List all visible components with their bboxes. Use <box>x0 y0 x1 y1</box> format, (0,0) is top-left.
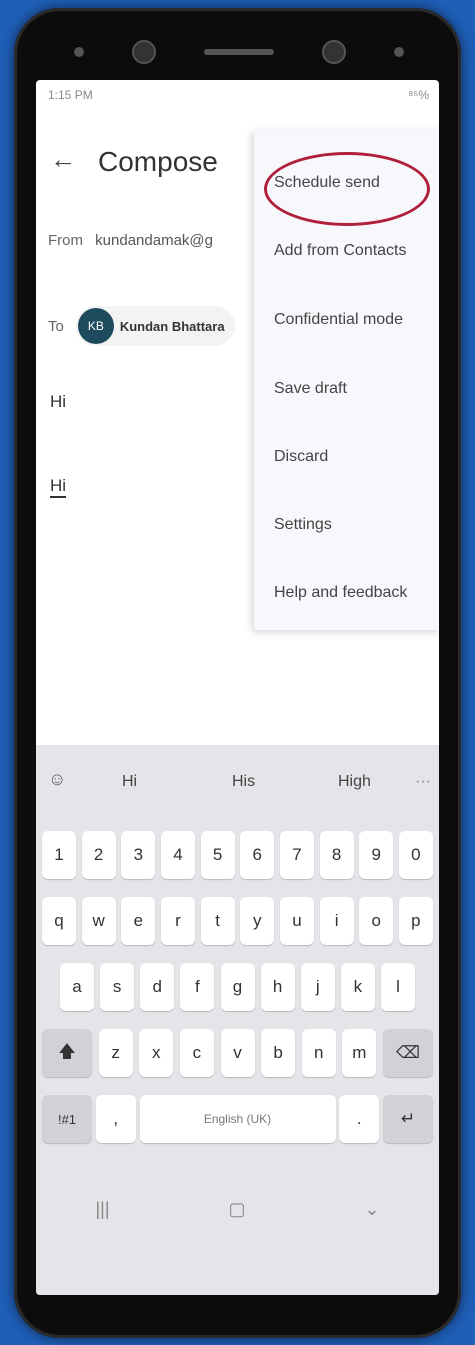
message-body-line-active[interactable]: Hi <box>50 476 67 498</box>
space-key[interactable]: English (UK) <box>139 1095 336 1143</box>
system-nav-bar: ||| ▢ ⌄ <box>36 1169 439 1249</box>
sensor-dot <box>74 47 84 57</box>
recents-icon[interactable]: ||| <box>95 1199 109 1220</box>
status-time: 1:15 PM <box>48 88 93 102</box>
more-suggestions-icon[interactable]: ··· <box>415 773 431 791</box>
key[interactable]: j <box>300 963 335 1011</box>
menu-item-discard[interactable]: Discard <box>274 448 328 466</box>
key[interactable]: o <box>359 897 394 945</box>
phone-frame: 1:15 PM ⁸⁵% ← Compose From kundandamak@g… <box>14 8 461 1338</box>
shift-icon[interactable]: 🡅 <box>42 1029 92 1077</box>
avatar: KB <box>77 308 114 344</box>
to-label: To <box>48 317 64 335</box>
from-address: kundandamak@g <box>95 232 213 249</box>
suggestion-3[interactable]: High <box>338 773 371 791</box>
menu-item-save-draft[interactable]: Save draft <box>274 380 347 398</box>
key[interactable]: 3 <box>121 831 156 879</box>
keyboard-row-q: q w e r t y u i o p <box>42 897 433 945</box>
phone-top-sensors <box>74 38 404 66</box>
key[interactable]: z <box>98 1029 133 1077</box>
key[interactable]: 7 <box>279 831 314 879</box>
key[interactable]: p <box>398 897 433 945</box>
key[interactable]: h <box>260 963 295 1011</box>
enter-icon[interactable]: ↵ <box>383 1095 433 1143</box>
key[interactable]: t <box>200 897 235 945</box>
on-screen-keyboard: ☺ Hi His High ··· 1 2 3 4 5 6 7 8 9 0 q … <box>36 745 439 1295</box>
keyboard-row-a: a s d f g h j k l <box>60 963 415 1011</box>
key[interactable]: 2 <box>81 831 116 879</box>
key[interactable]: 0 <box>398 831 433 879</box>
text-cursor-word: Hi <box>50 476 67 498</box>
key[interactable]: u <box>279 897 314 945</box>
back-arrow-icon[interactable]: ← <box>50 144 76 175</box>
key[interactable]: m <box>342 1029 377 1077</box>
key[interactable]: 1 <box>42 831 76 879</box>
key[interactable]: x <box>139 1029 174 1077</box>
key[interactable]: 4 <box>160 831 195 879</box>
overflow-menu: Schedule send Add from Contacts Confiden… <box>254 130 439 630</box>
key[interactable]: a <box>60 963 94 1011</box>
key[interactable]: l <box>381 963 415 1011</box>
emoji-icon[interactable]: ☺ <box>48 769 66 790</box>
key[interactable]: y <box>240 897 275 945</box>
recipient-name: Kundan Bhattara <box>119 318 225 334</box>
key[interactable]: 9 <box>359 831 394 879</box>
suggestion-1[interactable]: Hi <box>122 773 137 791</box>
key[interactable]: f <box>180 963 215 1011</box>
key[interactable]: k <box>340 963 375 1011</box>
from-label: From <box>48 232 83 249</box>
screen: 1:15 PM ⁸⁵% ← Compose From kundandamak@g… <box>36 80 439 1295</box>
key[interactable]: 5 <box>200 831 235 879</box>
from-row[interactable]: From kundandamak@g <box>48 232 213 249</box>
key[interactable]: s <box>100 963 135 1011</box>
key[interactable]: w <box>81 897 116 945</box>
comma-key[interactable]: , <box>95 1095 136 1143</box>
keyboard-row-numbers: 1 2 3 4 5 6 7 8 9 0 <box>42 831 433 879</box>
keyboard-row-bottom: !#1 , English (UK) . ↵ <box>42 1095 433 1143</box>
key[interactable]: 6 <box>240 831 275 879</box>
menu-item-settings[interactable]: Settings <box>274 516 332 534</box>
key[interactable]: g <box>220 963 255 1011</box>
key[interactable]: q <box>42 897 76 945</box>
earpiece <box>204 49 274 55</box>
recipient-chip[interactable]: KB Kundan Bhattara <box>75 306 235 346</box>
key[interactable]: c <box>179 1029 214 1077</box>
suggestion-bar: ☺ Hi His High ··· <box>36 745 439 815</box>
key[interactable]: b <box>261 1029 296 1077</box>
message-body-line[interactable]: Hi <box>50 392 66 412</box>
key[interactable]: 8 <box>319 831 354 879</box>
home-icon[interactable]: ▢ <box>228 1199 245 1220</box>
key[interactable]: r <box>160 897 195 945</box>
status-battery: ⁸⁵% <box>408 88 429 102</box>
iris-sensor <box>322 40 346 64</box>
status-bar: 1:15 PM ⁸⁵% <box>48 88 429 106</box>
period-key[interactable]: . <box>339 1095 380 1143</box>
symbols-key[interactable]: !#1 <box>42 1095 92 1143</box>
backspace-icon[interactable]: ⌫ <box>383 1029 433 1077</box>
keyboard-row-z: 🡅 z x c v b n m ⌫ <box>42 1029 433 1077</box>
sensor-dot <box>394 47 404 57</box>
key[interactable]: v <box>220 1029 255 1077</box>
suggestion-2[interactable]: His <box>232 773 255 791</box>
menu-item-confidential-mode[interactable]: Confidential mode <box>274 311 403 329</box>
key[interactable]: e <box>121 897 156 945</box>
to-row[interactable]: To KB Kundan Bhattara <box>48 306 235 346</box>
menu-item-schedule-send[interactable]: Schedule send <box>274 174 380 192</box>
key[interactable]: d <box>140 963 175 1011</box>
front-camera <box>132 40 156 64</box>
back-icon[interactable]: ⌄ <box>364 1199 379 1220</box>
key[interactable]: i <box>319 897 354 945</box>
menu-item-add-from-contacts[interactable]: Add from Contacts <box>274 242 407 260</box>
menu-item-help-feedback[interactable]: Help and feedback <box>274 584 407 602</box>
key[interactable]: n <box>301 1029 336 1077</box>
page-title: Compose <box>98 146 218 177</box>
